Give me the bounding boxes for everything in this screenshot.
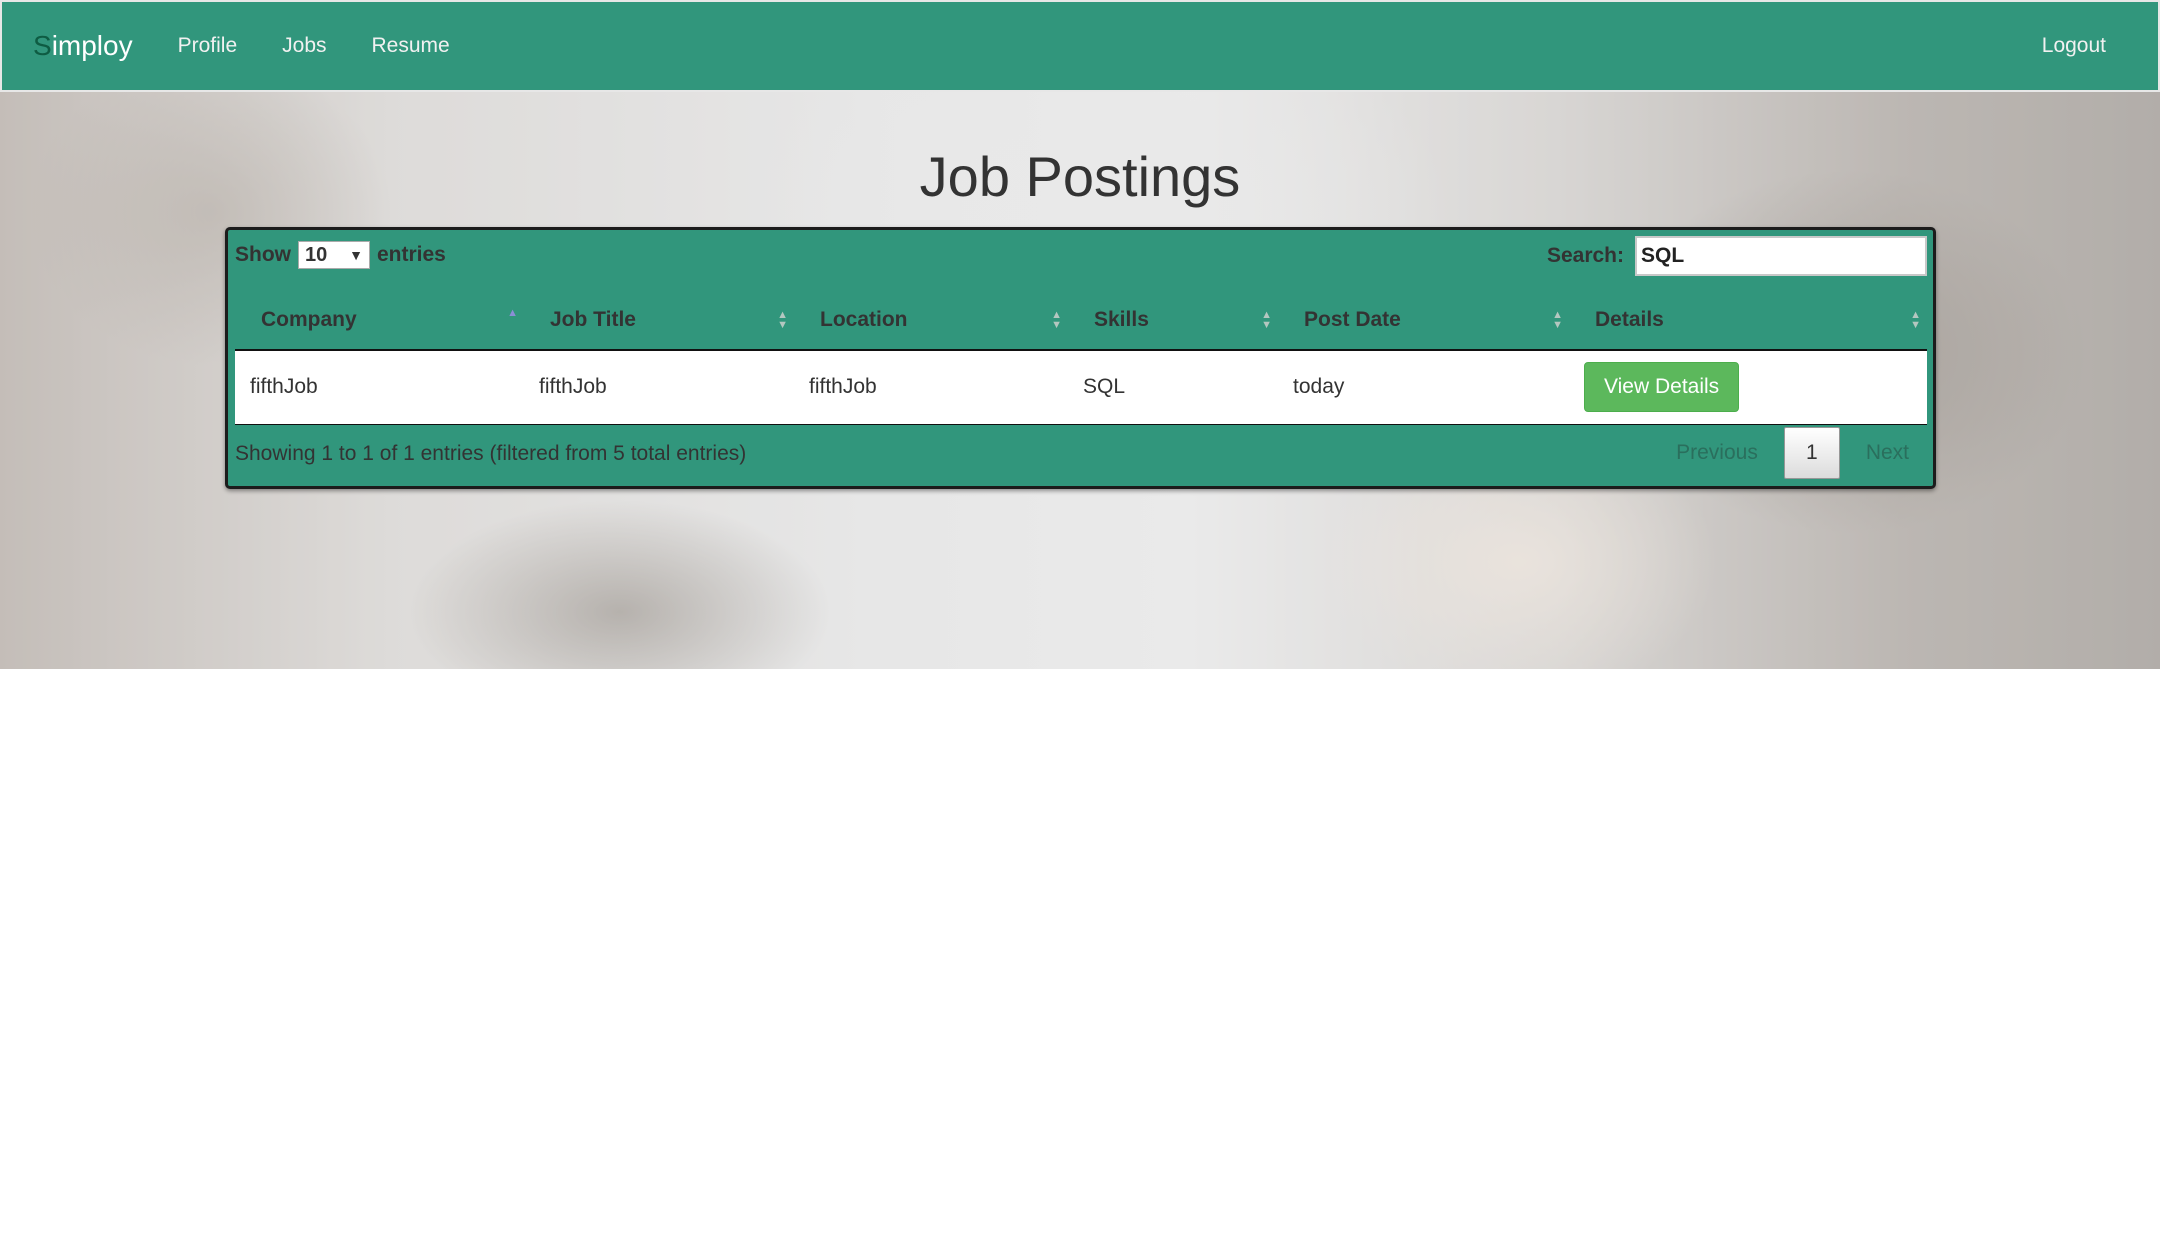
column-label: Company [261,307,357,331]
brand-first-letter: S [33,30,52,61]
sort-both-icon: ▲ ▼ [1552,308,1563,331]
nav-link-resume[interactable]: Resume [372,34,450,58]
sort-both-icon: ▲ ▼ [1051,308,1062,331]
pagination: Previous 1 Next [1676,427,1909,479]
top-navbar: Simploy Profile Jobs Resume Logout [0,0,2160,92]
nav-link-jobs[interactable]: Jobs [282,34,326,58]
brand-rest: imploy [51,30,133,61]
cell-company: fifthJob [235,350,524,425]
column-header-post-date[interactable]: Post Date ▲ ▼ [1278,290,1569,351]
brand-logo[interactable]: Simploy [33,30,133,62]
sort-both-icon: ▲ ▼ [777,308,788,331]
column-label: Details [1595,307,1664,331]
nav-link-profile[interactable]: Profile [178,34,238,58]
column-header-job-title[interactable]: Job Title ▲ ▼ [524,290,794,351]
sort-both-icon: ▲ ▼ [1261,308,1272,331]
column-label: Job Title [550,307,636,331]
entries-length-control: Show 10 ▼ entries [235,241,446,269]
entries-length-select[interactable]: 10 ▼ [298,241,370,269]
cell-details: View Details [1569,350,1927,425]
pagination-previous[interactable]: Previous [1676,441,1758,465]
sort-ascending-icon: ▲ [507,307,518,319]
column-header-location[interactable]: Location ▲ ▼ [794,290,1068,351]
cell-skills: SQL [1068,350,1278,425]
column-header-skills[interactable]: Skills ▲ ▼ [1068,290,1278,351]
table-header-row: Company ▲ Job Title ▲ ▼ Location ▲ ▼ Skill… [235,290,1927,351]
table-info-text: Showing 1 to 1 of 1 entries (filtered fr… [235,442,747,465]
show-label: Show [235,243,291,266]
nav-link-logout[interactable]: Logout [2042,34,2106,58]
search-input[interactable] [1635,236,1927,276]
job-postings-table: Company ▲ Job Title ▲ ▼ Location ▲ ▼ Skill… [235,290,1927,425]
page-title: Job Postings [919,145,1241,208]
sort-both-icon: ▲ ▼ [1910,308,1921,331]
entries-length-value: 10 [305,243,328,266]
pagination-next[interactable]: Next [1866,441,1909,465]
column-label: Post Date [1304,307,1401,331]
column-label: Skills [1094,307,1149,331]
column-header-details[interactable]: Details ▲ ▼ [1569,290,1927,351]
column-label: Location [820,307,908,331]
dropdown-arrow-icon: ▼ [349,247,363,263]
view-details-button[interactable]: View Details [1584,362,1740,413]
column-header-company[interactable]: Company ▲ [235,290,524,351]
cell-job-title: fifthJob [524,350,794,425]
search-label: Search: [1546,244,1624,267]
cell-post-date: today [1278,350,1569,425]
cell-location: fifthJob [794,350,1068,425]
table-search-control: Search: [1547,236,1927,276]
pagination-page-1[interactable]: 1 [1783,427,1840,479]
table-row: fifthJob fifthJob fifthJob SQL today Vie… [235,350,1927,425]
entries-label: entries [377,243,446,266]
job-table-panel: Show 10 ▼ entries Search: Company ▲ Job … [225,227,1936,489]
